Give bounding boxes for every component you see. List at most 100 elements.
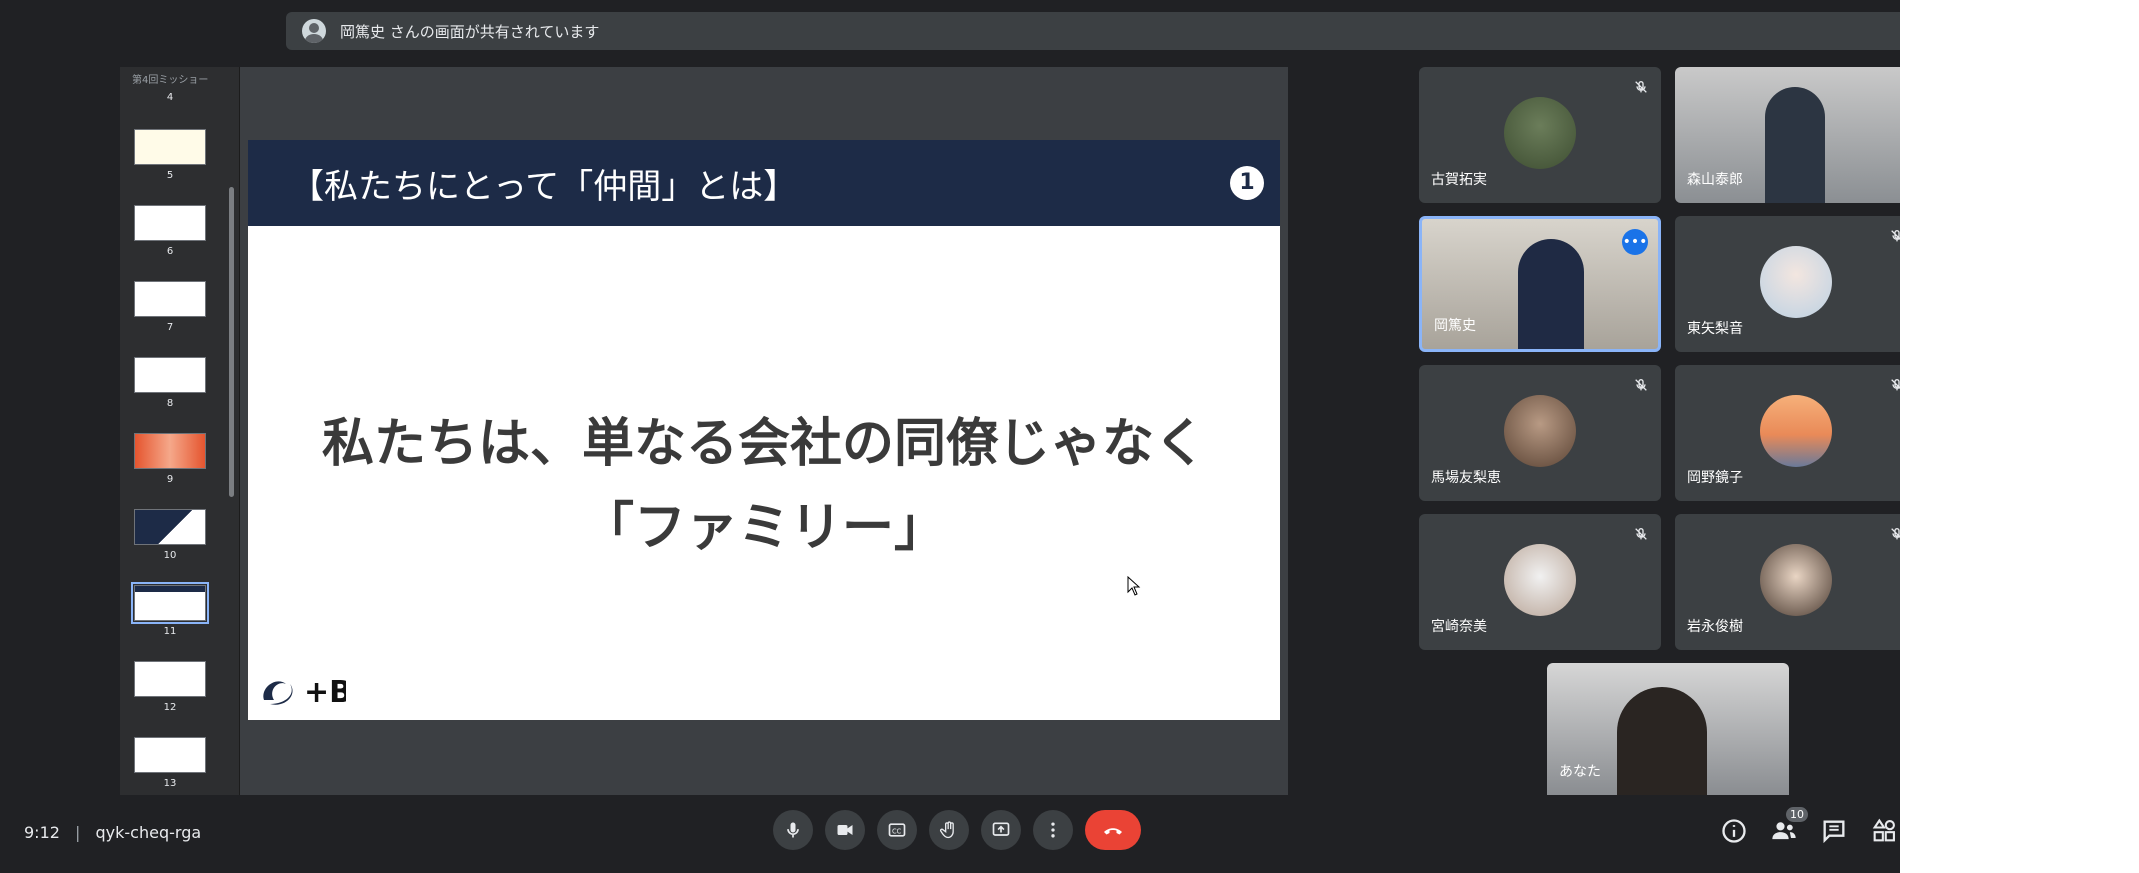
thumbnail-number: 9 — [166, 474, 174, 485]
mic-icon — [787, 822, 799, 838]
participant-avatar — [1760, 246, 1832, 318]
participant-avatar — [1504, 544, 1576, 616]
mic-off-icon — [1891, 527, 1900, 540]
camera-button[interactable] — [825, 810, 865, 850]
mouse-cursor-icon — [1127, 576, 1141, 596]
participant-tile[interactable]: 宮崎奈美 — [1419, 514, 1661, 650]
participant-tile[interactable]: 馬場友梨恵 — [1419, 365, 1661, 501]
slide-body-text: 私たちは、単なる会社の同僚じゃなく 「ファミリー」 — [248, 402, 1280, 570]
svg-text:CC: CC — [892, 827, 902, 835]
company-logo-icon: +B — [263, 675, 346, 710]
people-button[interactable]: 10 — [1770, 807, 1808, 845]
participant-avatar — [1760, 544, 1832, 616]
thumbnail-number: 13 — [163, 778, 177, 789]
thumbnail-scrollbar[interactable] — [229, 187, 234, 497]
thumbnail-number: 12 — [163, 702, 177, 713]
raise-hand-button[interactable] — [929, 810, 969, 850]
mic-off-icon — [1891, 378, 1900, 391]
participant-name: 東矢梨音 — [1687, 321, 1743, 337]
sharing-banner-text: 岡篤史 さんの画面が共有されています — [340, 22, 600, 41]
mic-off-icon — [1635, 378, 1647, 391]
meeting-info: 9:12 | qyk-cheq-rga — [24, 823, 201, 842]
thumbnail-slide[interactable]: 12 — [134, 661, 206, 713]
call-controls: CC — [773, 810, 1141, 850]
participant-tile[interactable]: 岩永俊樹 — [1675, 514, 1900, 650]
slide-number-badge: 1 — [1230, 166, 1264, 200]
chat-button[interactable] — [1820, 817, 1848, 845]
hangup-icon — [1104, 828, 1122, 835]
participant-name: 岡篤史 — [1434, 318, 1476, 334]
people-count-badge: 10 — [1786, 807, 1808, 822]
mic-off-icon — [1891, 229, 1900, 242]
thumbnail-slide[interactable]: 10 — [134, 509, 206, 561]
participant-avatar — [1760, 395, 1832, 467]
thumbnail-number: 6 — [166, 246, 174, 257]
presenter-avatar — [302, 19, 326, 43]
separator: | — [75, 823, 81, 842]
thumbnail-slide[interactable]: 7 — [134, 281, 206, 333]
thumbnail-number: 5 — [166, 170, 174, 181]
participant-tile[interactable]: 森山泰郎 — [1675, 67, 1900, 203]
thumbnail-number: 8 — [166, 398, 174, 409]
side-panel-controls: 10 — [1720, 807, 1898, 845]
thumbnail-image — [134, 509, 206, 545]
thumbnail-number: 10 — [163, 550, 177, 561]
thumbnail-image — [134, 433, 206, 469]
slide-logo: +B — [256, 670, 346, 710]
participant-tile-speaking[interactable]: ••• 岡篤史 — [1419, 216, 1661, 352]
thumbnail-slide[interactable]: 4 — [134, 87, 206, 103]
self-view-tile[interactable]: あなた — [1547, 663, 1789, 795]
thumbnail-slide[interactable]: 9 — [134, 433, 206, 485]
thumbnail-number: 4 — [166, 92, 174, 103]
more-options-icon[interactable]: ••• — [1622, 229, 1648, 255]
camera-icon — [837, 825, 853, 835]
participant-tile[interactable]: 東矢梨音 — [1675, 216, 1900, 352]
participant-name: 岩永俊樹 — [1687, 619, 1743, 635]
participant-video — [1518, 239, 1584, 349]
presentation-area: 第4回ミッショー 4 5 6 7 8 9 10 11 12 13 【私たちにとっ… — [120, 67, 1288, 795]
captions-icon: CC — [888, 823, 906, 837]
self-video — [1617, 687, 1707, 795]
activities-button[interactable] — [1870, 817, 1898, 845]
slide-line-1: 私たちは、単なる会社の同僚じゃなく — [321, 414, 1206, 474]
thumbnail-image — [134, 205, 206, 241]
thumbnail-slide[interactable]: 8 — [134, 357, 206, 409]
participant-name: 古賀拓実 — [1431, 172, 1487, 188]
present-button[interactable] — [981, 810, 1021, 850]
sharing-banner: 岡篤史 さんの画面が共有されています — [286, 12, 1900, 50]
thumbnail-slide-active[interactable]: 11 — [131, 582, 209, 637]
thumbnail-header: 第4回ミッショー — [132, 75, 209, 86]
thumbnail-number: 11 — [163, 626, 177, 637]
thumbnail-slide[interactable]: 13 — [134, 737, 206, 789]
thumbnail-number: 7 — [166, 322, 174, 333]
slide-line-2: 「ファミリー」 — [581, 498, 946, 558]
more-options-button[interactable] — [1033, 810, 1073, 850]
participant-tile[interactable]: 岡野鏡子 — [1675, 365, 1900, 501]
participant-name: 宮崎奈美 — [1431, 619, 1487, 635]
mic-off-icon — [1635, 527, 1647, 540]
thumbnail-image — [131, 582, 209, 624]
logo-text: +B — [304, 675, 346, 710]
participant-tile[interactable]: 古賀拓実 — [1419, 67, 1661, 203]
clock-time: 9:12 — [24, 823, 60, 842]
mic-button[interactable] — [773, 810, 813, 850]
thumbnail-image — [134, 661, 206, 697]
thumbnail-slide[interactable]: 6 — [134, 205, 206, 257]
thumbnail-image — [134, 129, 206, 165]
participant-name: 岡野鏡子 — [1687, 470, 1743, 486]
participant-name: 森山泰郎 — [1687, 172, 1743, 188]
present-icon — [992, 822, 1010, 836]
more-icon — [1051, 822, 1055, 838]
thumbnail-slide[interactable]: 5 — [134, 129, 206, 181]
current-slide: 【私たちにとって「仲間」とは】 1 私たちは、単なる会社の同僚じゃなく 「ファミ… — [248, 140, 1280, 720]
captions-button[interactable]: CC — [877, 810, 917, 850]
thumbnail-image — [134, 281, 206, 317]
self-name: あなた — [1559, 764, 1601, 780]
participant-video — [1765, 87, 1825, 203]
thumbnail-image — [134, 357, 206, 393]
slide-thumbnail-panel[interactable]: 第4回ミッショー 4 5 6 7 8 9 10 11 12 13 — [120, 67, 240, 795]
thumbnail-image — [134, 737, 206, 773]
leave-call-button[interactable] — [1085, 810, 1141, 850]
meeting-details-button[interactable] — [1720, 817, 1748, 845]
mic-off-icon — [1635, 80, 1647, 93]
